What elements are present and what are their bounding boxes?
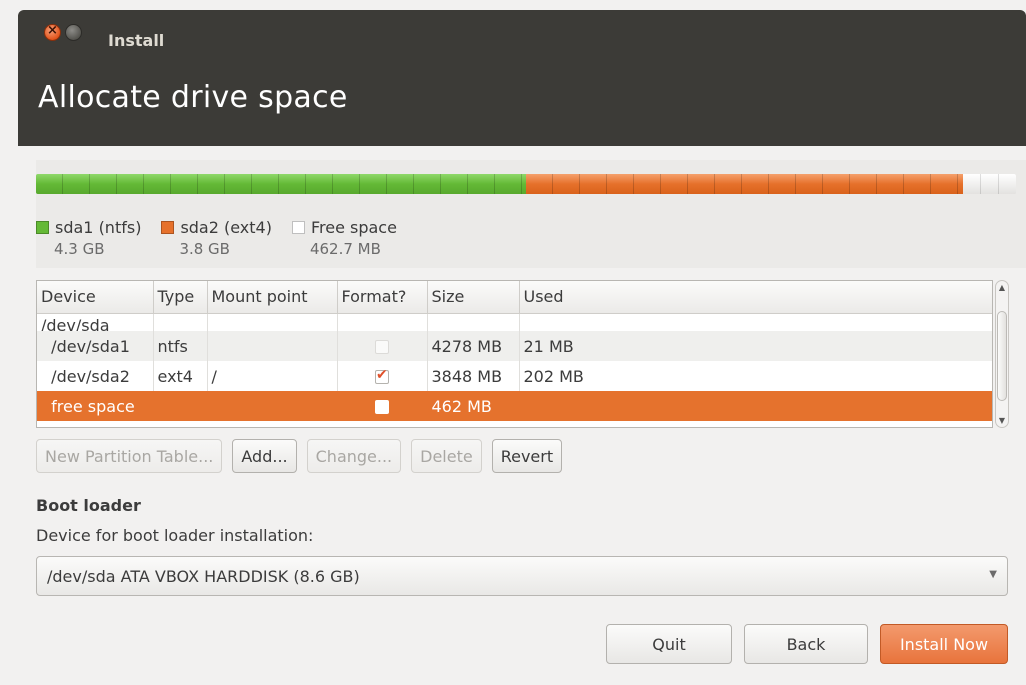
usage-segment-sda2 [526,174,964,194]
boot-loader-heading: Boot loader [36,496,141,515]
column-header-type[interactable]: Type [153,281,208,314]
cell-format [337,331,428,361]
legend-label: sda1 (ntfs) [55,218,142,237]
main-content: sda1 (ntfs) 4.3 GB sda2 (ext4) 3.8 GB Fr… [18,146,1026,685]
boot-loader-label: Device for boot loader installation: [36,526,314,545]
cell-type [153,391,208,421]
cell-type: ntfs [153,331,208,361]
disk-device: /dev/sda [37,313,154,331]
table-row-disk[interactable]: /dev/sda [37,313,992,331]
delete-partition-button[interactable]: Delete [411,439,482,473]
revert-button[interactable]: Revert [491,439,563,473]
install-now-button[interactable]: Install Now [880,624,1008,664]
legend-size: 3.8 GB [179,240,230,258]
legend-label: sda2 (ext4) [180,218,272,237]
change-partition-button[interactable]: Change... [306,439,402,473]
cell-used [519,391,992,421]
format-checkbox [375,340,389,354]
cell-mount-point [207,331,338,361]
usage-legend: sda1 (ntfs) 4.3 GB sda2 (ext4) 3.8 GB Fr… [36,218,417,258]
legend-item-sda2: sda2 (ext4) 3.8 GB [161,218,272,258]
back-button[interactable]: Back [744,624,868,664]
minimize-button[interactable] [65,24,82,41]
usage-segment-free [963,174,1016,194]
cell-format [337,361,428,391]
partition-table[interactable]: Device Type Mount point Format? Size Use… [36,280,993,428]
column-header-format[interactable]: Format? [337,281,428,314]
quit-button[interactable]: Quit [606,624,732,664]
action-buttons: Quit Back Install Now [606,624,1008,664]
legend-swatch-free [291,221,305,234]
legend-swatch-sda2 [161,221,175,234]
column-header-device[interactable]: Device [37,281,154,314]
format-checkbox[interactable] [375,367,389,384]
disk-usage-bar [36,174,1016,194]
cell-device: /dev/sda2 [37,361,154,391]
cell-used: 202 MB [519,361,992,391]
partition-buttons: New Partition Table... Add... Change... … [36,439,572,473]
table-row[interactable]: /dev/sda2 ext4 / 3848 MB 202 MB [37,361,992,391]
page-title: Allocate drive space [38,80,348,115]
legend-size: 462.7 MB [309,240,381,258]
boot-loader-selected-value: /dev/sda ATA VBOX HARDDISK (8.6 GB) [47,567,360,586]
column-header-size[interactable]: Size [427,281,520,314]
close-icon: × [47,23,58,38]
table-header-row: Device Type Mount point Format? Size Use… [37,281,992,314]
format-checkbox[interactable] [375,400,389,414]
usage-segment-sda1 [36,174,526,194]
title-bar: × Install [18,10,1026,50]
table-row-selected[interactable]: free space 462 MB [37,391,992,421]
disk-usage-panel: sda1 (ntfs) 4.3 GB sda2 (ext4) 3.8 GB Fr… [36,160,1026,268]
chevron-down-icon: ▼ [989,569,997,580]
cell-size: 462 MB [427,391,520,421]
window-title: Install [108,31,165,50]
cell-device: free space [37,391,154,421]
page-header: Allocate drive space [18,50,1026,146]
new-partition-table-button[interactable]: New Partition Table... [36,439,223,473]
column-header-mount-point[interactable]: Mount point [207,281,338,314]
boot-loader-device-select[interactable]: /dev/sda ATA VBOX HARDDISK (8.6 GB) ▼ [36,556,1008,596]
scrollbar-thumb[interactable] [997,311,1007,401]
cell-device: /dev/sda1 [37,331,154,361]
legend-item-free: Free space 462.7 MB [291,218,397,258]
add-partition-button[interactable]: Add... [232,439,297,473]
legend-swatch-sda1 [36,221,49,234]
legend-item-sda1: sda1 (ntfs) 4.3 GB [36,218,141,258]
table-row[interactable]: /dev/sda1 ntfs 4278 MB 21 MB [37,331,992,361]
cell-format [337,391,428,421]
cell-type: ext4 [153,361,208,391]
cell-size: 3848 MB [427,361,520,391]
legend-size: 4.3 GB [54,240,105,258]
installer-window: × Install Allocate drive space sda1 (ntf… [0,0,1026,685]
cell-used: 21 MB [519,331,992,361]
column-header-used[interactable]: Used [519,281,992,314]
cell-mount-point: / [207,361,338,391]
cell-size: 4278 MB [427,331,520,361]
close-button[interactable]: × [44,23,61,41]
cell-mount-point [207,391,338,421]
partition-table-scrollbar[interactable]: ▲ ▼ [995,280,1009,428]
scroll-down-icon[interactable]: ▼ [996,416,1008,425]
legend-label: Free space [310,218,397,237]
scroll-up-icon[interactable]: ▲ [996,283,1008,292]
